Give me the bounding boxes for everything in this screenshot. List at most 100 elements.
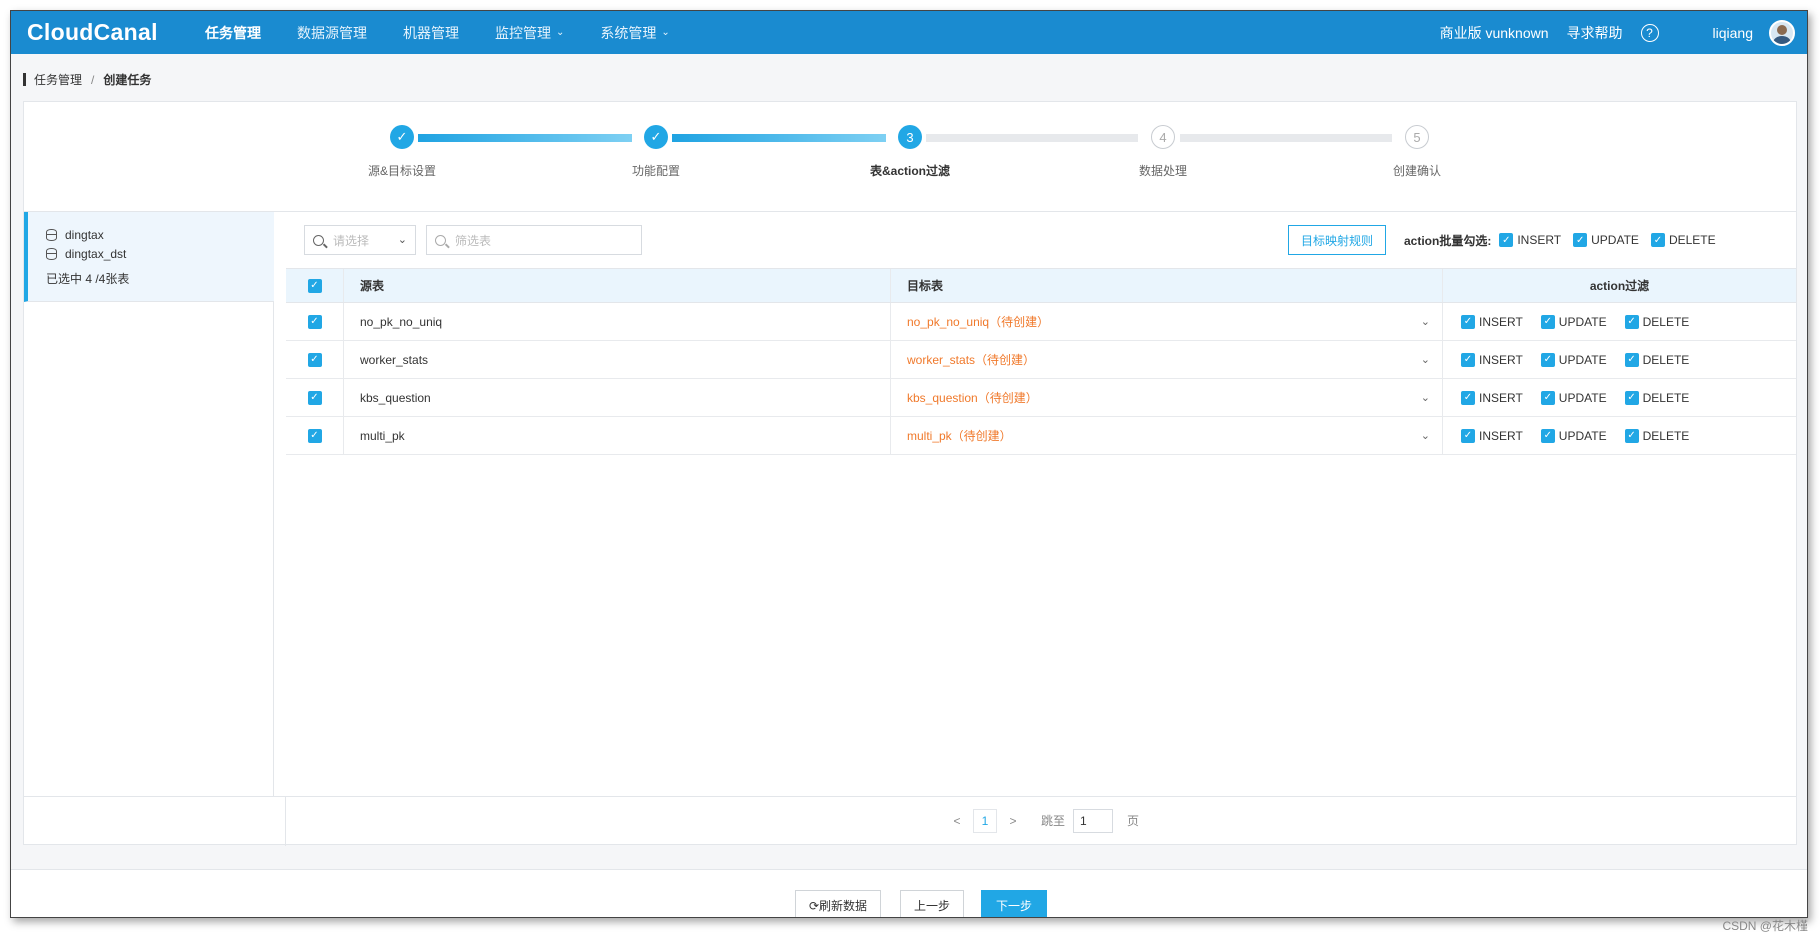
nav-item-datasource-management[interactable]: 数据源管理 xyxy=(279,11,385,54)
row-checkbox[interactable]: ✓ xyxy=(307,352,322,367)
batch-action-select: action批量勾选: ✓ INSERT ✓ UPDATE ✓ DELETE xyxy=(1404,225,1728,255)
table-row: ✓ multi_pk multi_pk（待创建） ⌄ ✓ INSERT ✓ UPDAT… xyxy=(286,417,1796,455)
breadcrumb-marker xyxy=(23,73,26,86)
create-task-card: ✓ ✓ 3 4 5 源&目标设置 功能配置 表&action过滤 数据处理 创建… xyxy=(23,101,1797,846)
batch-update-label: UPDATE xyxy=(1591,233,1639,247)
source-database: dingtax xyxy=(46,228,104,242)
update-label: UPDATE xyxy=(1558,390,1607,405)
pagination: < 1 > 跳至 1 页 xyxy=(286,796,1796,844)
row-checkbox[interactable]: ✓ xyxy=(307,428,322,443)
insert-checkbox[interactable]: ✓ INSERT xyxy=(1461,352,1523,367)
main-nav: 任务管理 数据源管理 机器管理 监控管理 ⌄ 系统管理 ⌄ xyxy=(187,11,688,54)
check-icon: ✓ xyxy=(1461,428,1475,443)
step-connector xyxy=(418,134,632,142)
delete-checkbox[interactable]: ✓ DELETE xyxy=(1624,352,1689,367)
nav-item-system-management[interactable]: 系统管理 ⌄ xyxy=(582,11,687,54)
chevron-down-icon: ⌄ xyxy=(1420,430,1430,442)
update-checkbox[interactable]: ✓ UPDATE xyxy=(1540,428,1607,443)
target-table-name: multi_pk（待创建） xyxy=(907,429,1012,443)
select-all-cell: ✓ xyxy=(286,269,344,302)
app-window: CloudCanal 任务管理 数据源管理 机器管理 监控管理 ⌄ 系统管理 ⌄ 商… xyxy=(10,10,1808,918)
next-page-button[interactable]: > xyxy=(1001,809,1025,833)
select-placeholder: 请选择 xyxy=(333,233,370,248)
target-table-select[interactable]: no_pk_no_uniq（待创建） ⌄ xyxy=(891,303,1443,340)
target-mapping-rule-button[interactable]: 目标映射规则 xyxy=(1288,225,1386,255)
target-table-select[interactable]: multi_pk（待创建） ⌄ xyxy=(891,417,1443,454)
target-table-name: worker_stats（待创建） xyxy=(907,353,1036,367)
database-select[interactable]: 请选择 ⌄ xyxy=(304,225,416,255)
delete-checkbox[interactable]: ✓ DELETE xyxy=(1624,428,1690,443)
step-5-label: 创建确认 xyxy=(1392,164,1441,178)
nav-item-label: 数据源管理 xyxy=(297,24,367,41)
nav-item-machine-management[interactable]: 机器管理 xyxy=(385,11,477,54)
previous-step-button[interactable]: 上一步 xyxy=(900,890,964,917)
row-select-cell: ✓ xyxy=(286,341,344,378)
table-row: ✓ no_pk_no_uniq no_pk_no_uniq（待创建） ⌄ ✓ INS… xyxy=(286,303,1796,341)
batch-update-checkbox[interactable]: ✓ UPDATE xyxy=(1573,233,1639,247)
insert-checkbox[interactable]: ✓ INSERT xyxy=(1461,428,1523,443)
prev-page-button[interactable]: < xyxy=(945,809,969,833)
next-step-button[interactable]: 下一步 xyxy=(981,890,1047,917)
nav-item-monitor-management[interactable]: 监控管理 ⌄ xyxy=(477,11,582,54)
step-connector xyxy=(672,134,886,142)
database-panel: dingtax dingtax_dst 已选中 4 /4张表 xyxy=(24,212,274,796)
insert-label: INSERT xyxy=(1479,428,1523,443)
delete-checkbox[interactable]: ✓ DELETE xyxy=(1624,314,1690,329)
check-icon: ✓ xyxy=(1461,390,1475,405)
source-table-name: kbs_question xyxy=(344,379,891,416)
target-database: dingtax_dst xyxy=(46,247,126,261)
update-checkbox[interactable]: ✓ UPDATE xyxy=(1540,314,1607,329)
breadcrumb-parent[interactable]: 任务管理 xyxy=(34,71,82,88)
search-icon xyxy=(435,234,446,246)
delete-checkbox[interactable]: ✓ DELETE xyxy=(1624,390,1690,405)
table-config-area: 请选择 ⌄ 筛选表 目标映射规则 action批量勾选: ✓ INSERT ✓ UP… xyxy=(286,212,1796,844)
filter-placeholder: 筛选表 xyxy=(455,233,492,248)
update-label: UPDATE xyxy=(1558,352,1607,367)
table-row: ✓ worker_stats worker_stats（待创建） ⌄ ✓ INSER… xyxy=(286,341,1796,379)
check-icon: ✓ xyxy=(1624,352,1639,367)
action-filter-cell: ✓ INSERT ✓ UPDATE ✓ DELETE xyxy=(1443,379,1796,416)
row-checkbox[interactable]: ✓ xyxy=(307,314,322,329)
jump-page-input[interactable]: 1 xyxy=(1073,808,1113,833)
check-icon: ✓ xyxy=(1624,390,1639,405)
refresh-data-button[interactable]: ⟳刷新数据 xyxy=(795,890,881,917)
batch-delete-checkbox[interactable]: ✓ DELETE xyxy=(1650,233,1716,247)
logo: CloudCanal xyxy=(27,19,158,45)
batch-insert-checkbox[interactable]: ✓ INSERT xyxy=(1499,233,1561,247)
insert-label: INSERT xyxy=(1479,314,1523,329)
nav-item-task-management[interactable]: 任务管理 xyxy=(187,11,279,54)
bottom-action-bar: ⟳刷新数据 上一步 下一步 xyxy=(11,869,1807,917)
top-right-area: 商业版 vunknown 寻求帮助 ? liqiang xyxy=(1440,19,1807,46)
jump-label: 跳至 xyxy=(1040,814,1065,828)
table-filter-input[interactable]: 筛选表 xyxy=(426,225,642,255)
delete-label: DELETE xyxy=(1642,390,1690,405)
chevron-down-icon: ⌄ xyxy=(1420,392,1430,404)
page-number[interactable]: 1 xyxy=(972,808,997,833)
breadcrumb-current: 创建任务 xyxy=(103,73,152,87)
nav-item-label: 监控管理 xyxy=(495,24,551,41)
avatar[interactable] xyxy=(1769,19,1795,46)
insert-checkbox[interactable]: ✓ INSERT xyxy=(1461,390,1523,405)
update-checkbox[interactable]: ✓ UPDATE xyxy=(1540,352,1607,367)
header-target: 目标表 xyxy=(891,269,1443,302)
update-checkbox[interactable]: ✓ UPDATE xyxy=(1540,390,1607,405)
username[interactable]: liqiang xyxy=(1713,25,1753,41)
insert-checkbox[interactable]: ✓ INSERT xyxy=(1461,314,1523,329)
delete-label: DELETE xyxy=(1642,428,1690,443)
target-table-select[interactable]: kbs_question（待创建） ⌄ xyxy=(891,379,1443,416)
target-table-select[interactable]: worker_stats（待创建） ⌄ xyxy=(891,341,1443,378)
check-icon: ✓ xyxy=(1650,233,1665,247)
table-toolbar: 请选择 ⌄ 筛选表 目标映射规则 action批量勾选: ✓ INSERT ✓ UP… xyxy=(286,212,1796,268)
delete-label: DELETE xyxy=(1642,314,1690,329)
select-all-checkbox[interactable]: ✓ xyxy=(307,278,322,293)
check-icon: ✓ xyxy=(1461,352,1475,367)
batch-action-label: action批量勾选: xyxy=(1404,233,1492,248)
source-database-name: dingtax xyxy=(65,228,104,242)
target-table-name: kbs_question（待创建） xyxy=(907,391,1038,405)
chevron-down-icon: ⌄ xyxy=(661,27,670,38)
database-group[interactable]: dingtax dingtax_dst 已选中 4 /4张表 xyxy=(24,212,274,302)
row-select-cell: ✓ xyxy=(286,303,344,340)
help-link[interactable]: 寻求帮助 xyxy=(1567,23,1623,43)
row-checkbox[interactable]: ✓ xyxy=(307,390,322,405)
question-icon[interactable]: ? xyxy=(1640,23,1659,42)
